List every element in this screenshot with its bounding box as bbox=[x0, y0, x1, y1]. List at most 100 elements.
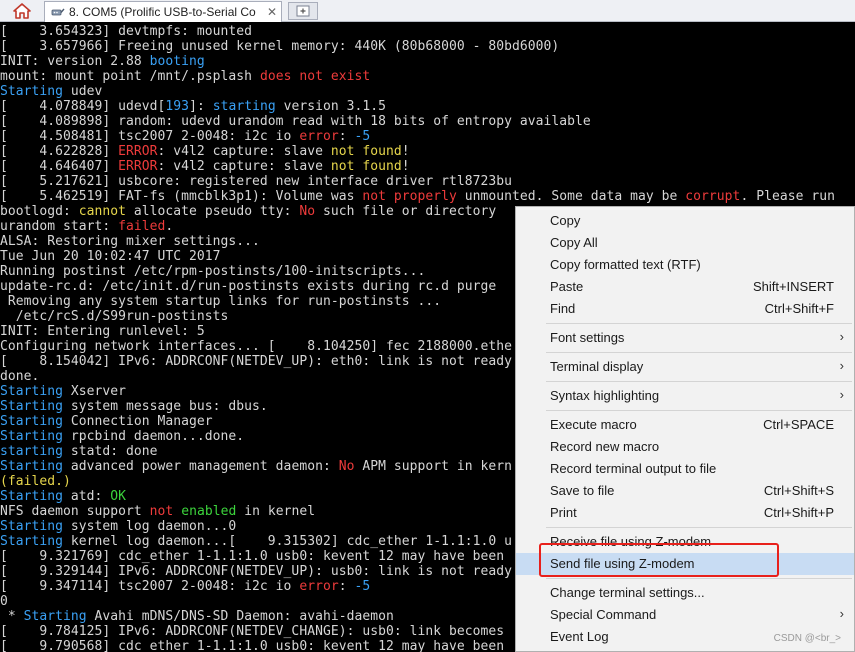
menu-item-label: Syntax highlighting bbox=[550, 388, 660, 403]
terminal-text: [ 9.347114] tsc2007 2-0048: i2c io bbox=[0, 579, 300, 594]
tab-bar: 8. COM5 (Prolific USB-to-Serial Co ✕ bbox=[0, 0, 855, 22]
menu-item-execute-macro[interactable]: Execute macro Ctrl+SPACE bbox=[516, 414, 854, 436]
terminal-text: INIT: version 2.88 bbox=[0, 54, 150, 69]
menu-item-label: Execute macro bbox=[550, 417, 637, 432]
menu-item-record-new-macro[interactable]: Record new macro bbox=[516, 436, 854, 458]
terminal-line: [ 3.654323] devtmpfs: mounted bbox=[0, 24, 855, 39]
terminal-line: [ 4.622828] ERROR: v4l2 capture: slave n… bbox=[0, 144, 855, 159]
terminal-text: No bbox=[338, 459, 355, 474]
home-button[interactable] bbox=[4, 1, 40, 21]
menu-item-shortcut: Ctrl+SPACE bbox=[763, 417, 834, 432]
menu-item-print[interactable]: Print Ctrl+Shift+P bbox=[516, 502, 854, 524]
terminal-text: OK bbox=[110, 489, 127, 504]
menu-item-label: Event Log bbox=[550, 629, 609, 644]
terminal-text: system log daemon...0 bbox=[63, 519, 237, 534]
terminal-text: : v4l2 capture: slave bbox=[157, 159, 331, 174]
terminal-text: Starting bbox=[0, 489, 64, 504]
terminal-line: Starting udev bbox=[0, 84, 855, 99]
terminal-text: unmounted. Some data may be bbox=[456, 189, 686, 204]
menu-item-copy[interactable]: Copy bbox=[516, 210, 854, 232]
terminal-text: done. bbox=[0, 369, 40, 384]
menu-item-find[interactable]: Find Ctrl+Shift+F bbox=[516, 298, 854, 320]
terminal-text: No bbox=[299, 204, 316, 219]
terminal-text: : v4l2 capture: slave bbox=[157, 144, 331, 159]
terminal-text: 0 bbox=[0, 594, 8, 609]
terminal-text: (failed.) bbox=[0, 474, 71, 489]
menu-item-font-settings[interactable]: Font settings › bbox=[516, 327, 854, 349]
menu-separator bbox=[546, 381, 852, 382]
menu-separator bbox=[546, 323, 852, 324]
watermark: CSDN @<br_> bbox=[773, 633, 841, 644]
menu-item-terminal-display[interactable]: Terminal display › bbox=[516, 356, 854, 378]
terminal-line: [ 4.089898] random: udevd urandom read w… bbox=[0, 114, 855, 129]
terminal-text: failed bbox=[118, 219, 166, 234]
menu-item-copy-all[interactable]: Copy All bbox=[516, 232, 854, 254]
terminal-text: urandom start: bbox=[0, 219, 119, 234]
menu-item-syntax-highlighting[interactable]: Syntax highlighting › bbox=[516, 385, 854, 407]
terminal-text: not found bbox=[330, 159, 402, 174]
new-tab-button[interactable] bbox=[288, 2, 318, 20]
menu-separator bbox=[546, 578, 852, 579]
menu-item-paste[interactable]: Paste Shift+INSERT bbox=[516, 276, 854, 298]
terminal-text: Starting bbox=[0, 399, 64, 414]
menu-separator bbox=[546, 410, 852, 411]
terminal-text: Starting bbox=[23, 609, 87, 624]
terminal-text: enabled bbox=[181, 504, 237, 519]
chevron-right-icon: › bbox=[839, 606, 844, 621]
terminal-text: Starting bbox=[0, 459, 64, 474]
terminal-text: ERROR bbox=[118, 144, 158, 159]
terminal-text: advanced power management daemon: bbox=[63, 459, 339, 474]
terminal-text: rpcbind daemon...done. bbox=[63, 429, 245, 444]
menu-item-label: Font settings bbox=[550, 330, 625, 345]
tab-close-button[interactable]: ✕ bbox=[267, 5, 277, 19]
terminal-text: mount: mount point /mnt/.psplash bbox=[0, 69, 260, 84]
terminal-text: corrupt bbox=[685, 189, 741, 204]
terminal-text: Running postinst /etc/rpm-postinsts/100-… bbox=[0, 264, 426, 279]
terminal-text: [ 4.508481] tsc2007 2-0048: i2c io bbox=[0, 129, 300, 144]
menu-item-label: Record terminal output to file bbox=[550, 461, 717, 476]
terminal-text: allocate pseudo tty: bbox=[126, 204, 300, 219]
menu-item-copy-formatted-text-rtf[interactable]: Copy formatted text (RTF) bbox=[516, 254, 854, 276]
tab-com5[interactable]: 8. COM5 (Prolific USB-to-Serial Co ✕ bbox=[44, 1, 282, 22]
terminal-text: Starting bbox=[0, 414, 64, 429]
terminal-line: mount: mount point /mnt/.psplash does no… bbox=[0, 69, 855, 84]
menu-item-label: Record new macro bbox=[550, 439, 660, 454]
menu-item-save-to-file[interactable]: Save to file Ctrl+Shift+S bbox=[516, 480, 854, 502]
terminal-text: Starting bbox=[0, 384, 64, 399]
terminal-line: [ 4.646407] ERROR: v4l2 capture: slave n… bbox=[0, 159, 855, 174]
terminal-text: : bbox=[338, 579, 355, 594]
terminal-text: error bbox=[299, 129, 339, 144]
terminal-text: atd: bbox=[63, 489, 111, 504]
menu-item-shortcut: Ctrl+Shift+P bbox=[763, 505, 834, 520]
terminal-text: kernel log daemon...[ 9.315302] cdc_ethe… bbox=[63, 534, 512, 549]
menu-item-label: Copy bbox=[550, 213, 581, 228]
chevron-right-icon: › bbox=[839, 358, 844, 373]
terminal-text: Tue Jun 20 10:02:47 UTC 2017 bbox=[0, 249, 221, 264]
terminal-text: Removing any system startup links for ru… bbox=[0, 294, 442, 309]
annotation-highlight-box bbox=[539, 543, 779, 577]
menu-item-label: Special Command bbox=[550, 607, 657, 622]
menu-item-label: Paste bbox=[550, 279, 584, 294]
terminal-text: [ 9.329144] IPv6: ADDRCONF(NETDEV_UP): u… bbox=[0, 564, 512, 579]
terminal-text: [ 4.622828] bbox=[0, 144, 119, 159]
menu-item-label: Terminal display bbox=[550, 359, 644, 374]
menu-item-special-command[interactable]: Special Command › bbox=[516, 604, 854, 626]
house-icon bbox=[13, 3, 31, 19]
terminal-text: cannot bbox=[78, 204, 127, 219]
terminal-text: ALSA: Restoring mixer settings... bbox=[0, 234, 260, 249]
terminal-text: does not exist bbox=[259, 69, 371, 84]
terminal-text: starting bbox=[0, 444, 64, 459]
terminal-text: starting bbox=[212, 99, 276, 114]
terminal-text: NFS daemon support bbox=[0, 504, 150, 519]
menu-item-change-terminal-settings[interactable]: Change terminal settings... bbox=[516, 582, 854, 604]
terminal-text: -5 bbox=[354, 129, 371, 144]
terminal-text: statd: done bbox=[63, 444, 158, 459]
terminal-line: [ 4.078849] udevd[193]: starting version… bbox=[0, 99, 855, 114]
terminal-text: /etc/rcS.d/S99run-postinsts bbox=[0, 309, 229, 324]
terminal-text: Configuring network interfaces... [ 8.10… bbox=[0, 339, 512, 354]
menu-item-shortcut: Shift+INSERT bbox=[752, 279, 834, 294]
terminal-text: Avahi mDNS/DNS-SD Daemon: avahi-daemon bbox=[86, 609, 394, 624]
terminal-line: [ 4.508481] tsc2007 2-0048: i2c io error… bbox=[0, 129, 855, 144]
menu-item-record-terminal-output-to-file[interactable]: Record terminal output to file bbox=[516, 458, 854, 480]
new-tab-icon bbox=[296, 5, 310, 17]
